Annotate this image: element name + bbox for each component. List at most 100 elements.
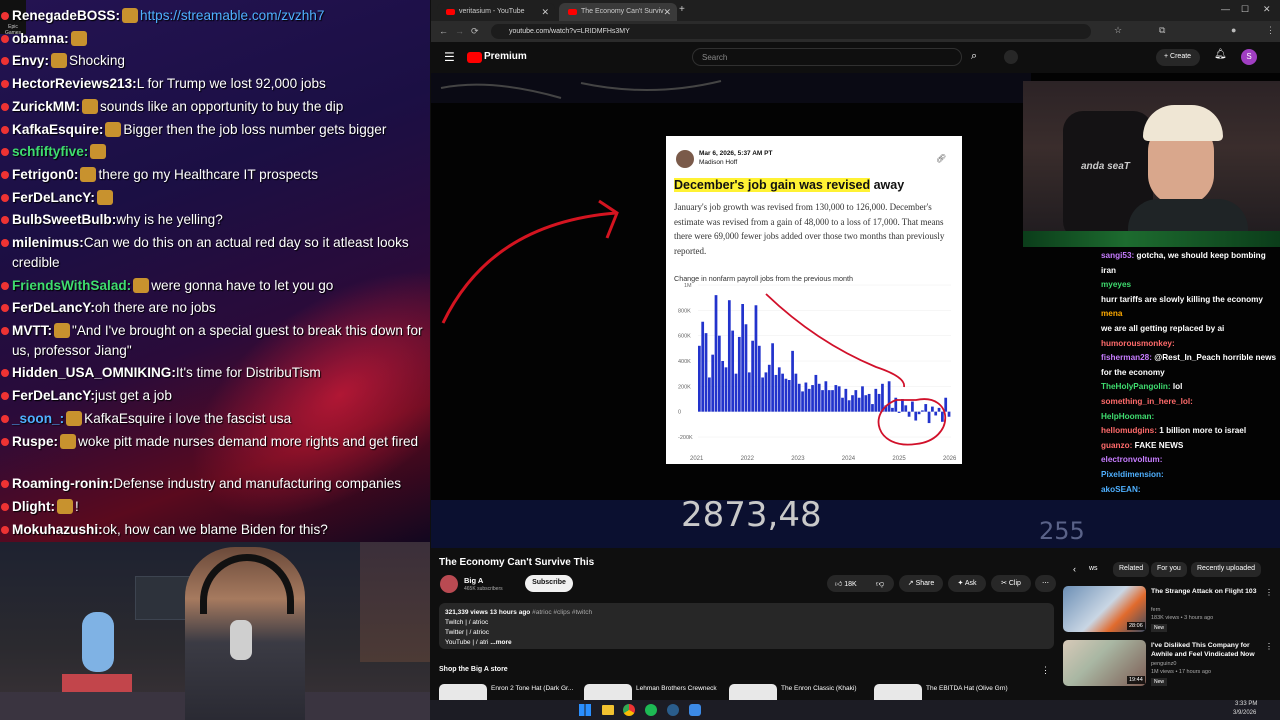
shelf-lights (1023, 231, 1280, 247)
microphone-icon[interactable] (1004, 50, 1018, 64)
close-tab-icon[interactable]: ✕ (663, 7, 671, 18)
file-explorer-icon[interactable] (602, 705, 614, 715)
search-input[interactable]: Search (692, 48, 962, 66)
profile-icon[interactable]: ● (1231, 25, 1236, 35)
share-button[interactable]: ↗ Share (899, 575, 943, 592)
chat-username[interactable]: FerDeLancY: (12, 300, 95, 315)
chat-message: MVTT: "And I've brought on a special gues… (0, 321, 430, 361)
chat-username[interactable]: RenegadeBOSS: (12, 8, 120, 23)
chat-message: Dlight:! (0, 497, 430, 517)
chat-username[interactable]: milenimus: (12, 235, 84, 250)
chip-related[interactable]: Related (1113, 562, 1150, 577)
chat-username[interactable]: Ruspe: (12, 434, 58, 449)
minimize-icon[interactable]: — (1221, 4, 1230, 14)
more-actions-button[interactable]: ⋯ (1035, 575, 1056, 592)
dislike-icon[interactable]: 👎︎ (876, 579, 884, 589)
clip-button[interactable]: ✂ Clip (991, 575, 1031, 592)
notifications-bell-icon[interactable]: 🔔︎ (1214, 49, 1227, 60)
menu-dots-icon[interactable]: ⋮ (1266, 25, 1275, 36)
related-video-2[interactable]: 19:44 I've Disliked This Company for Awh… (1063, 640, 1273, 688)
chat-message: Hidden_USA_OMNIKING:It's time for Distri… (0, 363, 430, 383)
chat-username[interactable]: obamna: (12, 31, 69, 46)
share-label: Share (915, 580, 935, 587)
clock-date[interactable]: 3/9/2026 (1233, 710, 1256, 716)
shop-item[interactable]: Enron 2 Tone Hat (Dark Gr... (439, 682, 579, 700)
chat-username[interactable]: HectorReviews213: (12, 76, 137, 91)
chat-text: there go my Healthcare IT prospects (98, 167, 319, 182)
chat-badge-icon (1, 35, 9, 43)
chat-badge-icon (1, 480, 9, 488)
shop-item[interactable]: Lehman Brothers Crewneck (584, 682, 724, 700)
create-button[interactable]: + Create (1156, 49, 1200, 66)
chat-username[interactable]: Dlight: (12, 499, 55, 514)
chrome-icon[interactable] (623, 704, 635, 716)
bookmark-star-icon[interactable]: ☆ (1114, 25, 1122, 36)
related-video-1[interactable]: 28:06 The Strange Attack on Flight 103 f… (1063, 586, 1273, 634)
emote-icon (57, 499, 74, 514)
stream-chat-overlay: Epic Games RenegadeBOSS: https://streamab… (0, 0, 430, 542)
subscribe-button[interactable]: Subscribe (525, 575, 573, 592)
chat-badge-icon (1, 327, 9, 335)
video-menu-icon[interactable]: ⋮ (1265, 588, 1273, 597)
chip-recently-uploaded[interactable]: Recently uploaded (1191, 562, 1261, 577)
tab-veritasium[interactable]: veritasium - YouTube ✕ (437, 3, 555, 21)
video-player[interactable]: 2873,48 255 Mar 6, 2026, 5:37 AM PT Madi… (431, 73, 1280, 548)
chat-badge-icon (1, 57, 9, 65)
chat-username[interactable]: FerDeLancY: (12, 190, 95, 205)
shop-menu-icon[interactable]: ⋮ (1041, 665, 1050, 676)
youtube-logo-icon[interactable] (467, 52, 482, 63)
description-box[interactable]: 321,339 views 13 hours ago #atrioc #clip… (439, 603, 1054, 649)
chat-username[interactable]: Envy: (12, 53, 49, 68)
chat-username[interactable]: ZurickMM: (12, 99, 80, 114)
chat-username[interactable]: MVTT: (12, 323, 52, 338)
back-icon[interactable]: ← (439, 26, 448, 36)
ask-button[interactable]: ✦ Ask (948, 575, 986, 592)
chat-badge-icon (1, 304, 9, 312)
chart-bar (917, 411, 921, 415)
webcam-feed-left (0, 542, 430, 720)
tab-economy[interactable]: The Economy Can't Surviv ✕ (559, 3, 677, 21)
chat-username[interactable]: _soon_: (12, 411, 64, 426)
chat-username[interactable]: BulbSweetBulb: (12, 212, 116, 227)
chat-username[interactable]: Mokuhazushi: (12, 522, 103, 537)
chat-username[interactable]: Hidden_USA_OMNIKING: (12, 365, 176, 380)
chip-partial[interactable]: ws (1083, 562, 1104, 577)
avatar[interactable]: S (1241, 49, 1257, 65)
chat-username[interactable]: FriendsWithSalad: (12, 278, 131, 293)
x-tick-label: 2025 (892, 456, 906, 462)
spotify-icon[interactable] (645, 704, 657, 716)
shop-item[interactable]: The EBITDA Hat (Olive Grn) (874, 682, 1054, 700)
reload-icon[interactable]: ⟳ (471, 26, 479, 37)
duration-badge: 19:44 (1127, 676, 1145, 684)
app-icon[interactable] (689, 704, 701, 716)
chart-bar (794, 373, 798, 412)
hamburger-menu-icon[interactable]: ☰ (444, 50, 455, 64)
close-window-icon[interactable]: ✕ (1263, 4, 1271, 15)
channel-name[interactable]: Big A (464, 576, 483, 585)
chat-username[interactable]: FerDeLancY: (12, 388, 95, 403)
chart-bar (931, 406, 934, 412)
chat-username[interactable]: KafkaEsquire: (12, 122, 103, 137)
video-menu-icon[interactable]: ⋮ (1265, 642, 1273, 651)
steam-icon[interactable] (667, 704, 679, 716)
chat-username[interactable]: Roaming-ronin: (12, 476, 113, 491)
chips-left-arrow-icon[interactable]: ‹ (1073, 564, 1076, 574)
chip-for-you[interactable]: For you (1151, 562, 1187, 577)
windows-start-icon[interactable] (579, 704, 591, 716)
chat-username[interactable]: Fetrigon0: (12, 167, 78, 182)
close-tab-icon[interactable]: ✕ (541, 7, 549, 18)
search-icon[interactable]: ⌕ (971, 50, 977, 63)
clock-time[interactable]: 3:33 PM (1235, 701, 1257, 707)
url-text: youtube.com/watch?v=LRIDMFHs3MY (509, 28, 630, 35)
browser-window: veritasium - YouTube ✕ The Economy Can't… (431, 0, 1280, 700)
forward-icon[interactable]: → (455, 26, 464, 36)
extensions-icon[interactable]: ⧉ (1159, 25, 1165, 36)
new-tab-icon[interactable]: + (679, 4, 685, 15)
chat-username[interactable]: schfiftyfive: (12, 144, 88, 159)
url-input[interactable]: youtube.com/watch?v=LRIDMFHs3MY (491, 24, 1091, 39)
channel-avatar[interactable] (440, 575, 458, 593)
duration-badge: 28:06 (1127, 622, 1145, 630)
shop-item[interactable]: The Enron Classic (Khaki) (729, 682, 869, 700)
maximize-icon[interactable]: ☐ (1241, 4, 1249, 15)
more-link[interactable]: ...more (490, 639, 511, 646)
